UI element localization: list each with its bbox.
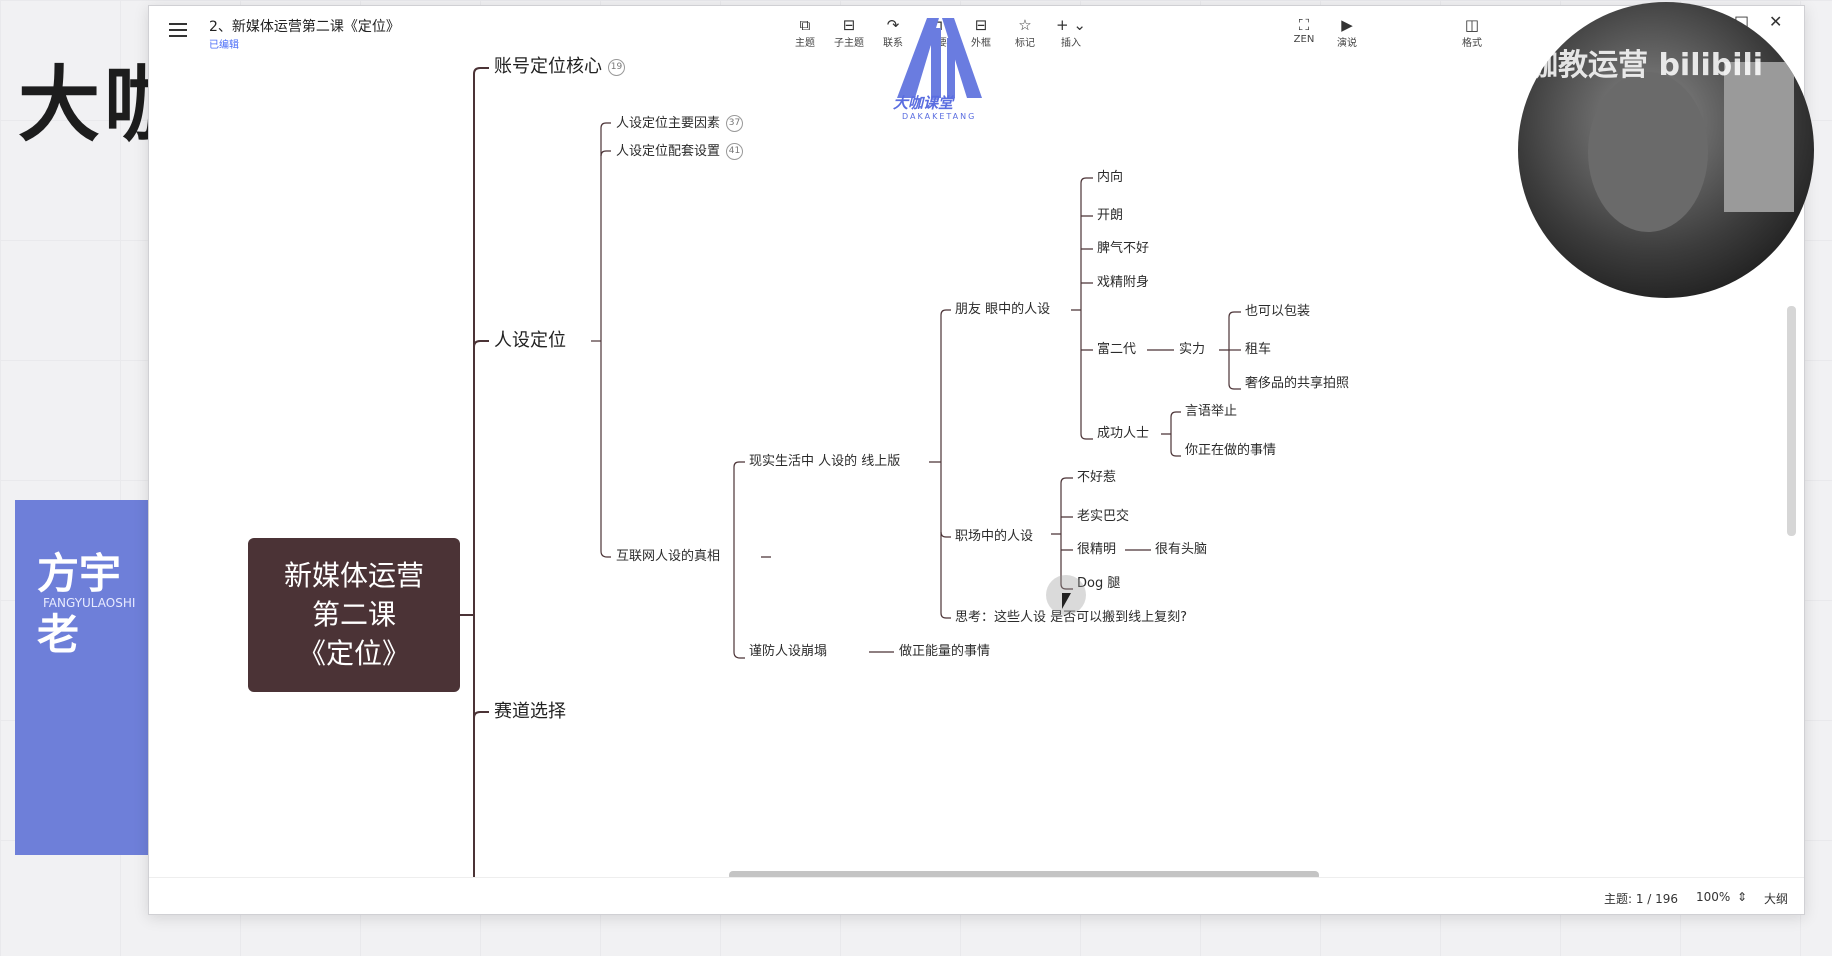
topic-successful-person[interactable]: 成功人士 (1097, 426, 1149, 442)
zoom-level[interactable]: 100% (1696, 890, 1730, 904)
close-button[interactable]: ✕ (1769, 12, 1782, 31)
plus-icon: + ⌄ (1056, 16, 1086, 34)
menu-icon[interactable] (169, 23, 187, 39)
vertical-scrollbar[interactable] (1787, 306, 1796, 536)
collapsed-count-badge[interactable]: 19 (608, 58, 625, 76)
status-bar: 主题: 1 / 196 100% ⇕ 大纲 (149, 877, 1804, 914)
document-title: 2、新媒体运营第二课《定位》 (209, 19, 400, 35)
zen-button[interactable]: ⛶ ZEN (1286, 16, 1322, 45)
topic-smart-mind[interactable]: 很有头脑 (1155, 542, 1207, 558)
topic-speech-manner[interactable]: 言语举止 (1185, 404, 1237, 420)
fullscreen-icon: ⛶ (1298, 16, 1310, 34)
webcam-background-shelf (1724, 62, 1794, 212)
topic-positive-energy[interactable]: 做正能量的事情 (899, 644, 990, 660)
present-button[interactable]: ▶ 演说 (1329, 16, 1365, 49)
presenter-face (1588, 72, 1708, 232)
topic-luxury-photos[interactable]: 奢侈品的共享拍照 (1245, 376, 1349, 392)
topic-track-selection[interactable]: 赛道选择 (494, 701, 566, 723)
topic-shrewd[interactable]: 很精明 (1077, 542, 1116, 558)
topic-car-rental[interactable]: 租车 (1245, 342, 1271, 358)
play-icon: ▶ (1341, 16, 1353, 34)
zoom-stepper-icon[interactable]: ⇕ (1737, 890, 1747, 904)
panel-icon: ◫ (1464, 16, 1480, 34)
logo-subtext: DAKAKETANG (902, 112, 977, 121)
topic-bad-temper[interactable]: 脾气不好 (1097, 241, 1149, 257)
topic-current-work[interactable]: 你正在做的事情 (1185, 443, 1276, 459)
root-topic[interactable]: 新媒体运营 第二课 《定位》 (248, 538, 460, 692)
mouse-cursor-icon (1062, 593, 1071, 609)
topic-account-core[interactable]: 账号定位核心 19 (494, 56, 625, 78)
topic-persona-positioning[interactable]: 人设定位 (494, 330, 566, 352)
background-card-sub: FANGYULAOSHI (43, 596, 136, 610)
topic-prevent-collapse[interactable]: 谨防人设崩塌 (749, 644, 827, 660)
topic-counter: 主题: 1 / 196 (1604, 892, 1679, 906)
topic-can-be-packaged[interactable]: 也可以包装 (1245, 304, 1310, 320)
topic-drama[interactable]: 戏精附身 (1097, 275, 1149, 291)
topic-tough[interactable]: 不好惹 (1077, 470, 1116, 486)
marker-button[interactable]: ☆ 标记 (1007, 16, 1043, 49)
topic-persona-factors[interactable]: 人设定位主要因素 37 (616, 115, 744, 132)
subtopic-icon: ⊟ (842, 16, 856, 34)
topic-icon: ⧉ (799, 16, 811, 34)
collapsed-count-badge[interactable]: 37 (726, 115, 744, 132)
topic-introvert[interactable]: 内向 (1097, 170, 1123, 186)
topic-internet-persona-truth[interactable]: 互联网人设的真相 (616, 549, 720, 565)
subtopic-button[interactable]: ⊟ 子主题 (831, 16, 867, 49)
topic-button[interactable]: ⧉ 主题 (787, 16, 823, 49)
logo-text: 大咖课堂 (893, 94, 954, 112)
topic-friends-persona[interactable]: 朋友 眼中的人设 (955, 302, 1050, 318)
background-card: 方宇老 FANGYULAOSHI (15, 500, 155, 855)
outline-button[interactable]: 大纲 (1764, 890, 1788, 907)
star-icon: ☆ (1018, 16, 1032, 34)
topic-workplace-persona[interactable]: 职场中的人设 (955, 529, 1033, 545)
document-status: 已编辑 (209, 40, 239, 51)
topic-honest[interactable]: 老实巴交 (1077, 509, 1129, 525)
format-button[interactable]: ◫ 格式 (1454, 16, 1490, 49)
topic-cheerful[interactable]: 开朗 (1097, 208, 1123, 224)
topic-rich-second-gen[interactable]: 富二代 (1097, 342, 1136, 358)
collapsed-count-badge[interactable]: 41 (726, 143, 744, 160)
topic-strength[interactable]: 实力 (1179, 342, 1205, 358)
insert-button[interactable]: + ⌄ 插入 (1053, 16, 1089, 49)
topic-offline-persona-online[interactable]: 现实生活中 人设的 线上版 (749, 454, 900, 470)
topic-persona-settings[interactable]: 人设定位配套设置 41 (616, 143, 744, 160)
channel-watermark: 大咖教运营 bilibili (1498, 48, 1764, 83)
